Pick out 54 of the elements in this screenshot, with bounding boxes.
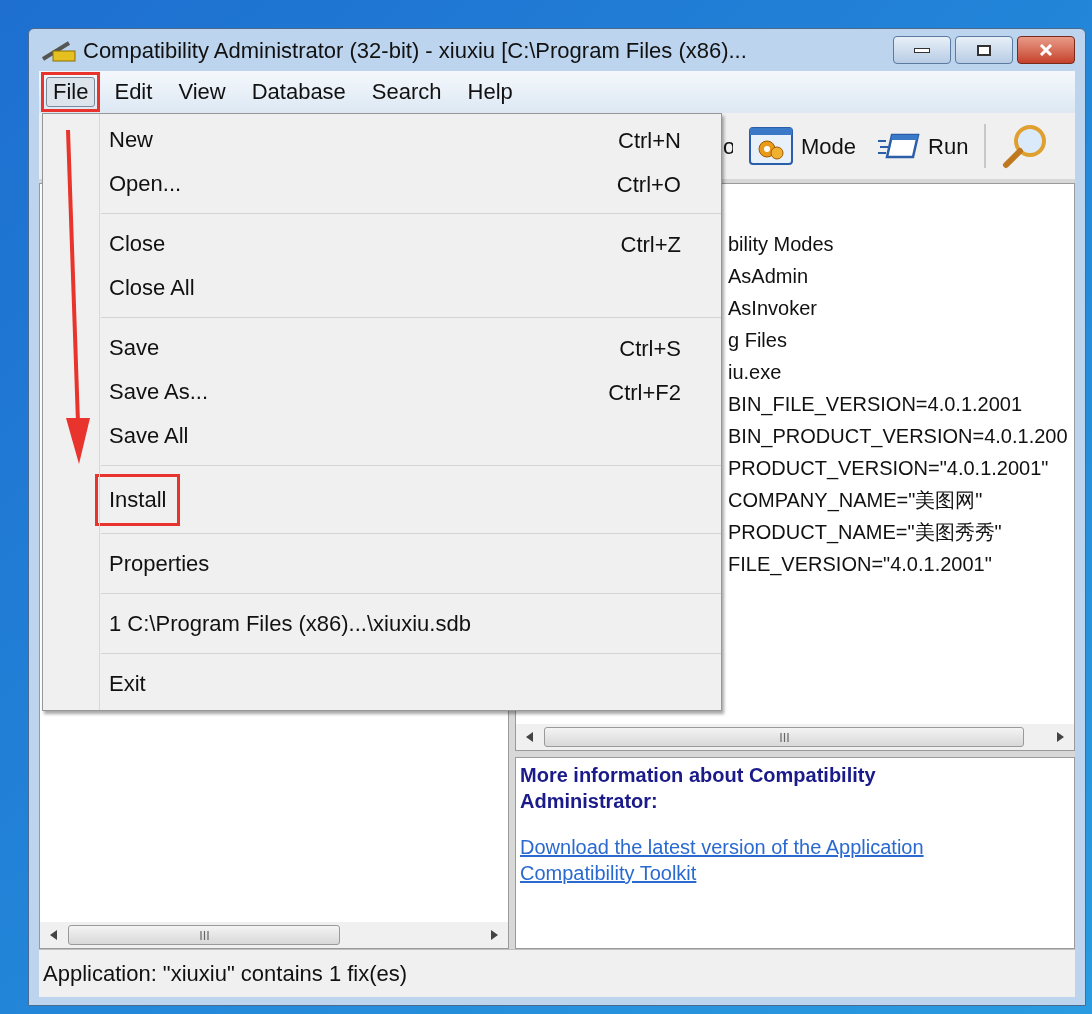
- menu-item[interactable]: Database: [244, 77, 353, 107]
- tree-item[interactable]: g Files: [728, 324, 1074, 356]
- menu-entry[interactable]: Close All: [43, 266, 721, 310]
- close-icon: [1039, 44, 1053, 56]
- download-link[interactable]: Download the latest version of the Application Compatibility Toolkit: [520, 834, 980, 886]
- scroll-thumb[interactable]: [544, 727, 1024, 747]
- tree-item[interactable]: BIN_PRODUCT_VERSION=4.0.1.200: [728, 420, 1074, 452]
- horizontal-scrollbar[interactable]: [516, 724, 1074, 750]
- menu-item[interactable]: File: [46, 77, 96, 107]
- magnifier-icon[interactable]: [1002, 123, 1049, 169]
- tree-item[interactable]: bility Modes: [728, 228, 1074, 260]
- menu-entry[interactable]: Open... Ctrl+O: [43, 162, 721, 206]
- menu-entry[interactable]: Save As... Ctrl+F2: [43, 370, 721, 414]
- window-icon: [876, 131, 921, 161]
- tree-item[interactable]: iu.exe: [728, 356, 1074, 388]
- close-button[interactable]: [1017, 36, 1075, 64]
- menu-entry[interactable]: Save Ctrl+S: [43, 326, 721, 370]
- tree-item[interactable]: AsInvoker: [728, 292, 1074, 324]
- status-text: Application: "xiuxiu" contains 1 fix(es): [43, 960, 408, 988]
- annotation-box: Install: [95, 474, 181, 526]
- menu-item[interactable]: View: [171, 77, 233, 107]
- tree-item[interactable]: PRODUCT_NAME="美图秀秀": [728, 516, 1074, 548]
- minimize-icon: [914, 47, 930, 53]
- window-title: Compatibility Administrator (32-bit) - xiuxiu [C:\Program Files (x86)...: [83, 36, 747, 65]
- tree-item[interactable]: COMPANY_NAME="美图网": [728, 484, 1074, 516]
- horizontal-scrollbar[interactable]: [40, 922, 508, 948]
- menu-entry[interactable]: New Ctrl+N: [43, 118, 721, 162]
- scroll-thumb[interactable]: [68, 925, 340, 945]
- info-heading: More information about Compatibility Administrator:: [520, 763, 877, 814]
- minimize-button[interactable]: [893, 36, 951, 64]
- tree-item[interactable]: BIN_FILE_VERSION=4.0.1.2001: [728, 388, 1074, 420]
- menu-item[interactable]: Help: [460, 77, 520, 107]
- menu-entry[interactable]: Exit: [43, 662, 721, 706]
- menu-entry[interactable]: Properties: [43, 542, 721, 586]
- menu-item[interactable]: Search: [364, 77, 449, 107]
- gears-icon: [749, 127, 793, 165]
- menu-entry[interactable]: Install: [43, 474, 721, 526]
- menu-entry[interactable]: Close Ctrl+Z: [43, 222, 721, 266]
- tree-item[interactable]: AsAdmin: [728, 260, 1074, 292]
- mode-button[interactable]: Mode: [749, 127, 857, 165]
- menu-entry[interactable]: Save All: [43, 414, 721, 458]
- maximize-icon: [977, 44, 991, 56]
- menu-item[interactable]: Edit: [107, 77, 160, 107]
- scroll-left-icon[interactable]: [50, 930, 58, 940]
- tree-item[interactable]: PRODUCT_VERSION="4.0.1.2001": [728, 452, 1074, 484]
- scroll-left-icon[interactable]: [526, 732, 534, 742]
- maximize-button[interactable]: [955, 36, 1013, 64]
- scroll-right-icon[interactable]: [490, 930, 498, 940]
- grip-icon: [779, 732, 789, 742]
- menu-entry[interactable]: 1 C:\Program Files (x86)...\xiuxiu.sdb: [43, 602, 721, 646]
- grip-icon: [199, 930, 209, 940]
- run-button[interactable]: Run: [876, 129, 969, 163]
- scroll-right-icon[interactable]: [1056, 732, 1064, 742]
- tree-item[interactable]: FILE_VERSION="4.0.1.2001": [728, 548, 1074, 580]
